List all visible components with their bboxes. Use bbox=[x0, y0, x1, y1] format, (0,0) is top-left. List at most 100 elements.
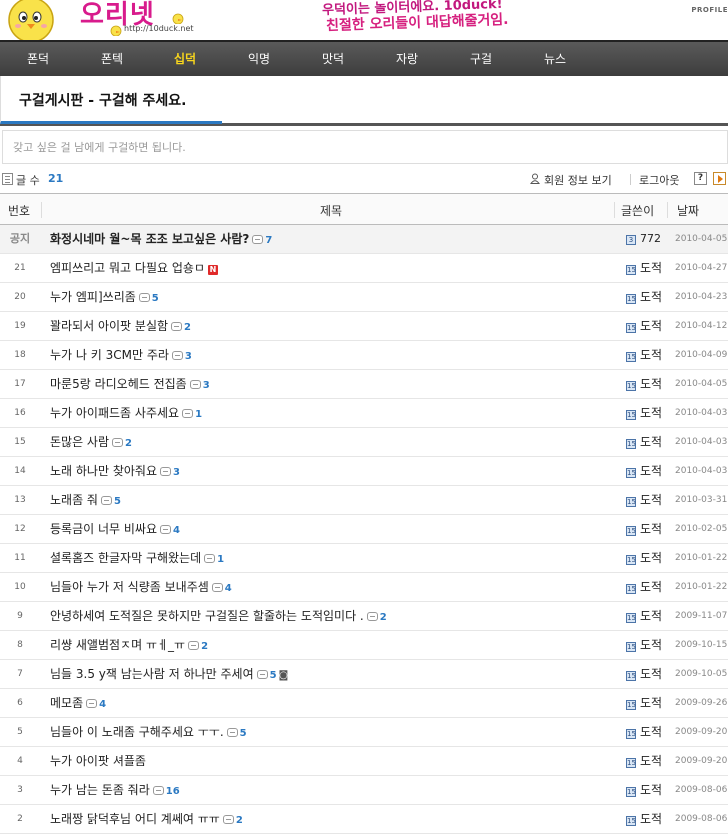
nav-item-phone-tech[interactable]: 폰텍 bbox=[82, 42, 142, 76]
post-date: 2010-04-12 bbox=[675, 321, 728, 331]
post-list: 공지 화정시네마 월~목 조조 보고싶은 사람? 7 3 772 2010-04-05 21… bbox=[0, 225, 728, 834]
nav-item-anonymous[interactable]: 익명 bbox=[229, 42, 289, 76]
comment-count[interactable]: 1 bbox=[217, 554, 224, 565]
post-title-link[interactable]: 엠피쓰리고 뭐고 다필요 업숑ㅁ bbox=[50, 261, 205, 275]
divider bbox=[667, 202, 668, 218]
post-title-cell: 누가 아이패드좀 사주세요 1 bbox=[50, 399, 202, 427]
post-author[interactable]: 도적 bbox=[640, 551, 662, 565]
table-row: 9 안녕하세여 도적질은 못하지만 구걸질은 할줄하는 도적임미다 . 2 15 도적 2… bbox=[0, 602, 728, 631]
post-author[interactable]: 도적 bbox=[640, 435, 662, 449]
comment-count[interactable]: 7 bbox=[265, 235, 272, 246]
table-row: 11 셜록홈즈 한글자막 구해왔는데 1 15 도적 2010-01-22 bbox=[0, 544, 728, 573]
nav-item-news[interactable]: 뉴스 bbox=[525, 42, 585, 76]
post-title-link[interactable]: 누가 나 키 3CM만 주라 bbox=[50, 348, 169, 362]
logout-link[interactable]: 로그아웃 bbox=[639, 172, 679, 188]
comment-count[interactable]: 5 bbox=[152, 293, 159, 304]
nav-item-showoff[interactable]: 자랑 bbox=[377, 42, 437, 76]
post-title-link[interactable]: 돈많은 사람 bbox=[50, 435, 109, 449]
post-author[interactable]: 도적 bbox=[640, 261, 662, 275]
post-author[interactable]: 도적 bbox=[640, 580, 662, 594]
comment-icon bbox=[100, 496, 112, 505]
post-title-link[interactable]: 님들아 이 노래좀 구해주세요 ㅜㅜ. bbox=[50, 725, 224, 739]
comment-count[interactable]: 1 bbox=[195, 409, 202, 420]
member-level-icon: 15 bbox=[626, 816, 636, 826]
post-author-cell: 15 도적 bbox=[626, 486, 662, 514]
post-date: 2010-01-22 bbox=[675, 553, 728, 563]
comment-count[interactable]: 2 bbox=[201, 641, 208, 652]
post-title-link[interactable]: 화정시네마 월~목 조조 보고싶은 사람? bbox=[50, 232, 249, 246]
profile-link[interactable]: PROFILE bbox=[691, 6, 728, 14]
post-author-cell: 15 도적 bbox=[626, 776, 662, 804]
post-author[interactable]: 도적 bbox=[640, 290, 662, 304]
nav-item-begging[interactable]: 구걸 bbox=[451, 42, 511, 76]
post-title-link[interactable]: 리썅 새앨범점ㅈ며 ㅠㅔ_ㅠ bbox=[50, 638, 185, 652]
post-title-link[interactable]: 노래좀 줘 bbox=[50, 493, 98, 507]
comment-count[interactable]: 3 bbox=[185, 351, 192, 362]
post-table: 번호 제목 글쓴이 날짜 공지 화정시네마 월~목 조조 보고싶은 사람? 7 3 77… bbox=[0, 193, 728, 834]
comment-count[interactable]: 2 bbox=[380, 612, 387, 623]
post-author[interactable]: 도적 bbox=[640, 667, 662, 681]
post-author[interactable]: 도적 bbox=[640, 377, 662, 391]
post-author[interactable]: 도적 bbox=[640, 348, 662, 362]
play-arrow-icon[interactable] bbox=[713, 172, 726, 185]
post-author[interactable]: 도적 bbox=[640, 406, 662, 420]
post-title-link[interactable]: 노래짱 닭덕후님 어디 계쎄여 ㅠㅠ bbox=[50, 812, 220, 826]
comment-count[interactable]: 2 bbox=[236, 815, 243, 826]
post-title-link[interactable]: 누가 아이팟 셔플좀 bbox=[50, 754, 146, 768]
member-level-icon: 15 bbox=[626, 352, 636, 362]
post-date: 2010-04-05 bbox=[675, 379, 728, 389]
comment-icon bbox=[160, 525, 171, 534]
comment-count[interactable]: 4 bbox=[173, 525, 180, 536]
post-author[interactable]: 도적 bbox=[640, 522, 662, 536]
post-author[interactable]: 도적 bbox=[640, 609, 662, 623]
comment-count[interactable]: 3 bbox=[173, 467, 180, 478]
post-count-label: 글 수 bbox=[16, 174, 40, 187]
post-title-link[interactable]: 꽐라되서 아이팟 분실함 bbox=[50, 319, 168, 333]
comment-count[interactable]: 16 bbox=[166, 786, 180, 797]
post-author[interactable]: 도적 bbox=[640, 638, 662, 652]
divider bbox=[41, 202, 42, 218]
comment-count[interactable]: 5 bbox=[114, 496, 121, 507]
post-number: 9 bbox=[17, 611, 23, 621]
post-title-link[interactable]: 누가 엠피]쓰리좀 bbox=[50, 290, 136, 304]
post-title-cell: 리썅 새앨범점ㅈ며 ㅠㅔ_ㅠ 2 bbox=[50, 631, 208, 659]
help-button[interactable]: ? bbox=[694, 172, 707, 185]
comment-icon bbox=[152, 786, 164, 795]
post-author[interactable]: 도적 bbox=[640, 725, 662, 739]
nav-item-phone-duck[interactable]: 폰덕 bbox=[8, 42, 68, 76]
table-row: 13 노래좀 줘 5 15 도적 2010-03-31 bbox=[0, 486, 728, 515]
post-number: 2 bbox=[17, 814, 23, 824]
table-row: 17 마룬5랑 라디오헤드 전집좀 3 15 도적 2010-04-05 bbox=[0, 370, 728, 399]
post-title-link[interactable]: 안녕하세여 도적질은 못하지만 구걸질은 할줄하는 도적임미다 . bbox=[50, 609, 364, 623]
post-author[interactable]: 도적 bbox=[640, 812, 662, 826]
post-author[interactable]: 도적 bbox=[640, 464, 662, 478]
post-author[interactable]: 772 bbox=[640, 232, 661, 245]
comment-count[interactable]: 2 bbox=[125, 438, 132, 449]
post-author[interactable]: 도적 bbox=[640, 319, 662, 333]
post-title-cell: 돈많은 사람 2 bbox=[50, 428, 132, 456]
post-title-link[interactable]: 마룬5랑 라디오헤드 전집좀 bbox=[50, 377, 187, 391]
nav-item-food[interactable]: 맛덕 bbox=[303, 42, 363, 76]
comment-count[interactable]: 5 bbox=[270, 670, 277, 681]
comment-count[interactable]: 2 bbox=[184, 322, 191, 333]
comment-count[interactable]: 5 bbox=[240, 728, 247, 739]
post-title-link[interactable]: 누가 남는 돈좀 줘라 bbox=[50, 783, 150, 797]
table-row: 2 노래짱 닭덕후님 어디 계쎄여 ㅠㅠ 2 15 도적 2009-08-06 bbox=[0, 805, 728, 834]
post-title-link[interactable]: 셜록홈즈 한글자막 구해왔는데 bbox=[50, 551, 201, 565]
post-author[interactable]: 도적 bbox=[640, 754, 662, 768]
post-title-link[interactable]: 노래 하나만 찾아줘요 bbox=[50, 464, 157, 478]
post-title-link[interactable]: 님들아 누가 저 식량좀 보내주셈 bbox=[50, 580, 209, 594]
comment-count[interactable]: 3 bbox=[203, 380, 210, 391]
post-author[interactable]: 도적 bbox=[640, 696, 662, 710]
post-title-link[interactable]: 메모좀 bbox=[50, 696, 83, 710]
post-author[interactable]: 도적 bbox=[640, 493, 662, 507]
post-author-cell: 3 772 bbox=[626, 225, 661, 253]
post-author[interactable]: 도적 bbox=[640, 783, 662, 797]
nav-item-sipduck[interactable]: 십덕 bbox=[155, 42, 215, 76]
post-title-link[interactable]: 누가 아이패드좀 사주세요 bbox=[50, 406, 179, 420]
comment-count[interactable]: 4 bbox=[99, 699, 106, 710]
comment-count[interactable]: 4 bbox=[225, 583, 232, 594]
member-info-link[interactable]: 회원 정보 보기 bbox=[544, 172, 612, 188]
post-title-link[interactable]: 님들 3.5 y잭 남는사람 저 하나만 주세여 bbox=[50, 667, 254, 681]
post-title-link[interactable]: 등록금이 너무 비싸요 bbox=[50, 522, 157, 536]
